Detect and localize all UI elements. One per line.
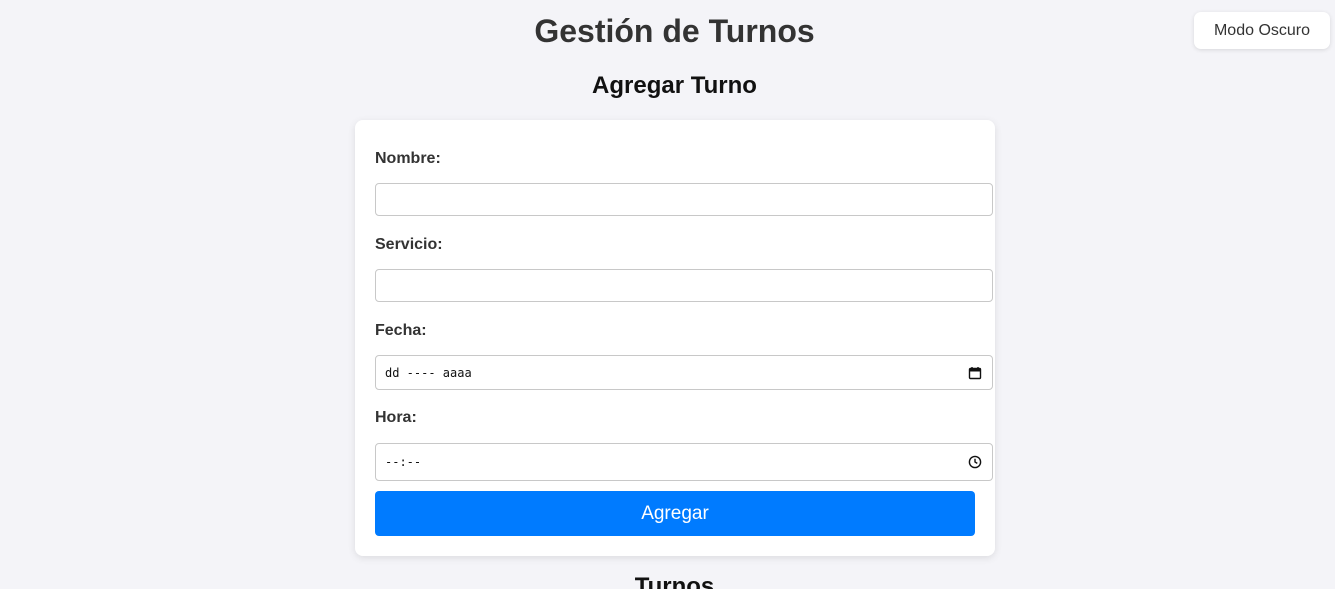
name-field-wrapper bbox=[375, 183, 993, 216]
date-placeholder: dd ---- aaaa bbox=[385, 365, 472, 380]
add-turn-form: Nombre: Servicio: Fecha: dd ---- aaaa Ho… bbox=[355, 120, 995, 556]
time-label: Hora: bbox=[375, 409, 417, 426]
service-input[interactable] bbox=[376, 270, 992, 301]
calendar-icon[interactable] bbox=[968, 366, 982, 380]
time-placeholder: --:-- bbox=[385, 455, 422, 469]
date-input[interactable]: dd ---- aaaa bbox=[375, 355, 993, 390]
name-label: Nombre: bbox=[375, 150, 441, 167]
service-label: Servicio: bbox=[375, 236, 443, 253]
date-label: Fecha: bbox=[375, 322, 427, 339]
add-button[interactable]: Agregar bbox=[375, 491, 975, 536]
page-title: Gestión de Turnos bbox=[534, 13, 815, 49]
service-field-wrapper bbox=[375, 269, 993, 302]
time-input[interactable]: --:-- bbox=[375, 443, 993, 481]
clock-icon[interactable] bbox=[968, 455, 982, 469]
page: Modo Oscuro Gestión de Turnos Agregar Tu… bbox=[0, 0, 1335, 589]
turns-list-title: Turnos bbox=[634, 573, 715, 589]
name-input[interactable] bbox=[376, 184, 992, 215]
form-title: Agregar Turno bbox=[592, 72, 757, 99]
